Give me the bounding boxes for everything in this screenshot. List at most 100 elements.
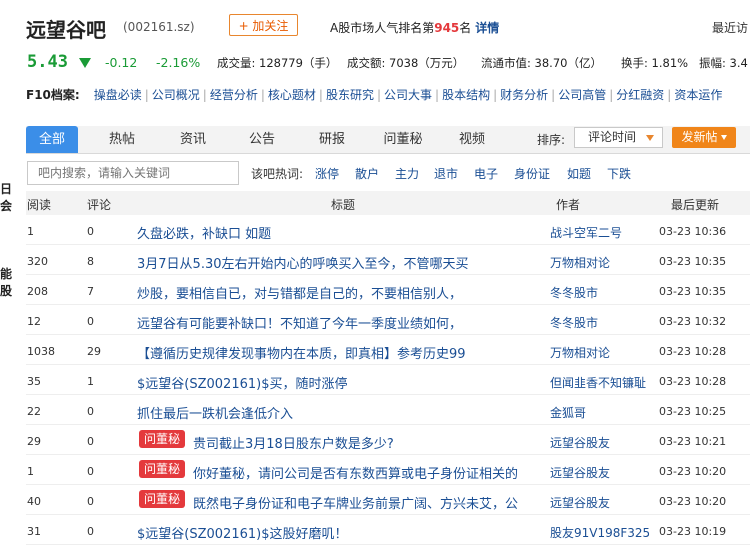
author-link[interactable]: 远望谷股友 [550,494,610,511]
hot-word[interactable]: 电子 [474,165,498,182]
follow-button[interactable]: + 加关注 [229,14,298,36]
hot-words-label: 该吧热词: [251,167,304,181]
f10-link[interactable]: 经营分析 [210,88,258,102]
post-title-link[interactable]: 【遵循历史规律发现事物内在本质，即真相】参考历史99 [137,343,466,362]
hot-word[interactable]: 下跌 [607,165,631,182]
popularity-rank: A股市场人气排名第945名 详情 [330,19,499,36]
volume: 成交量: 128779（手） [217,56,338,70]
author-link[interactable]: 万物相对论 [550,254,610,271]
f10-label: F10档案: [26,88,80,102]
tab-research[interactable]: 研报 [305,126,359,153]
amplitude: 振幅: 3.4 [699,56,748,70]
tab-announcements[interactable]: 公告 [235,126,289,153]
author-link[interactable]: 远望谷股友 [550,464,610,481]
last-updated: 03-23 10:35 [659,285,727,298]
hot-word[interactable]: 主力 [395,165,419,182]
author-link[interactable]: 冬冬股市 [550,284,598,301]
col-updated: 最后更新 [671,198,720,212]
author-link[interactable]: 金狐哥 [550,404,586,421]
post-title-link[interactable]: 抓住最后一跌机会逢低介入 [137,403,293,422]
sort-select[interactable]: 评论时间 [574,127,663,148]
f10-link[interactable]: 公司概况 [152,88,200,102]
f10-link[interactable]: 核心题材 [268,88,316,102]
rank-detail-link[interactable]: 详情 [475,21,499,35]
post-title-link[interactable]: $远望谷(SZ002161)$买，随时涨停 [137,373,347,392]
f10-link[interactable]: 财务分析 [500,88,548,102]
comment-count: 0 [87,495,94,508]
hot-word[interactable]: 身份证 [514,165,550,182]
f10-separator: | [202,88,207,102]
rank-number: 945 [434,21,460,35]
post-title-link[interactable]: 你好董秘，请问公司是否有东数西算或电子身份证相关的 [193,463,518,482]
author-link[interactable]: 万物相对论 [550,344,610,361]
comment-count: 0 [87,465,94,478]
hot-word[interactable]: 退市 [434,165,458,182]
left-side-text-4: 股 [0,284,13,298]
comment-count: 0 [87,405,94,418]
f10-separator: | [493,88,498,102]
f10-link[interactable]: 分红融资 [616,88,664,102]
tab-hot[interactable]: 热帖 [93,126,151,153]
read-count: 1 [27,225,34,238]
f10-link[interactable]: 公司大事 [384,88,432,102]
post-title-link[interactable]: 炒股，要相信自已，对与错都是自己的，不要相信别人， [137,283,462,302]
ask-secretary-badge: 问董秘 [139,460,186,478]
author-link[interactable]: 战斗空军二号 [550,224,622,241]
author-link[interactable]: 远望谷股友 [550,434,610,451]
hot-word[interactable]: 散户 [355,165,379,182]
new-post-label: 发新帖 [681,130,718,144]
post-title-link[interactable]: $远望谷(SZ002161)$这股好磨叽！ [137,523,347,542]
rank-prefix: A股市场人气排名第 [330,21,435,35]
author-link[interactable]: 冬冬股市 [550,314,598,331]
new-post-button[interactable]: 发新帖 [672,127,736,148]
f10-separator: | [435,88,440,102]
tab-video[interactable]: 视频 [446,126,498,153]
tab-ask-secretary[interactable]: 问董秘 [374,126,432,153]
comment-count: 7 [87,285,94,298]
f10-separator: | [260,88,265,102]
ask-secretary-badge: 问董秘 [139,430,186,448]
left-side-text-3: 能 [0,267,13,281]
comment-count: 0 [87,225,94,238]
last-updated: 03-23 10:19 [659,525,727,538]
f10-link[interactable]: 资本运作 [674,88,722,102]
table-row [26,215,750,245]
bar-search-input[interactable] [27,161,239,185]
last-updated: 03-23 10:20 [659,495,727,508]
f10-link[interactable]: 公司高管 [558,88,606,102]
comment-count: 1 [87,375,94,388]
post-title-link[interactable]: 既然电子身份证和电子车牌业务前景广阔、方兴未艾，公 [193,493,518,512]
f10-link[interactable]: 操盘必读 [94,88,142,102]
down-arrow-icon [79,58,91,68]
author-link[interactable]: 但闻韭香不知镰耻 [550,374,646,391]
chevron-down-icon [646,135,654,141]
f10-link[interactable]: 股本结构 [442,88,490,102]
col-title: 标题 [331,198,356,212]
sort-label: 排序: [537,133,566,147]
read-count: 35 [27,375,41,388]
author-link[interactable]: 股友91V198F325 [550,524,650,541]
read-count: 1 [27,465,34,478]
post-title-link[interactable]: 3月7日从5.30左右开始内心的呼唤买入至今，不管哪天买 [137,253,469,272]
f10-link[interactable]: 股东研究 [326,88,374,102]
post-title-link[interactable]: 久盘必跌，补缺口 如题 [137,223,271,242]
price-change-pct: -2.16% [156,55,201,70]
bar-title: 远望谷吧 [26,18,106,42]
read-count: 31 [27,525,41,538]
last-updated: 03-23 10:28 [659,345,727,358]
last-updated: 03-23 10:36 [659,225,727,238]
post-title-link[interactable]: 贵司截止3月18日股东户数是多少? [193,433,394,452]
col-author: 作者 [556,198,581,212]
hot-word[interactable]: 如题 [567,165,591,182]
tab-news[interactable]: 资讯 [164,126,222,153]
comment-count: 8 [87,255,94,268]
post-title-link[interactable]: 远望谷有可能要补缺口！不知道了今年一季度业绩如何， [137,313,462,332]
price-change: -0.12 [105,55,138,70]
left-side-text-2: 会 [0,199,13,213]
left-side-text-1: 日 [0,182,13,196]
read-count: 208 [27,285,48,298]
comment-count: 29 [87,345,101,358]
hot-word[interactable]: 涨停 [315,165,339,182]
tab-all[interactable]: 全部 [26,126,78,153]
recent-visits-link[interactable]: 最近访 [712,19,748,36]
